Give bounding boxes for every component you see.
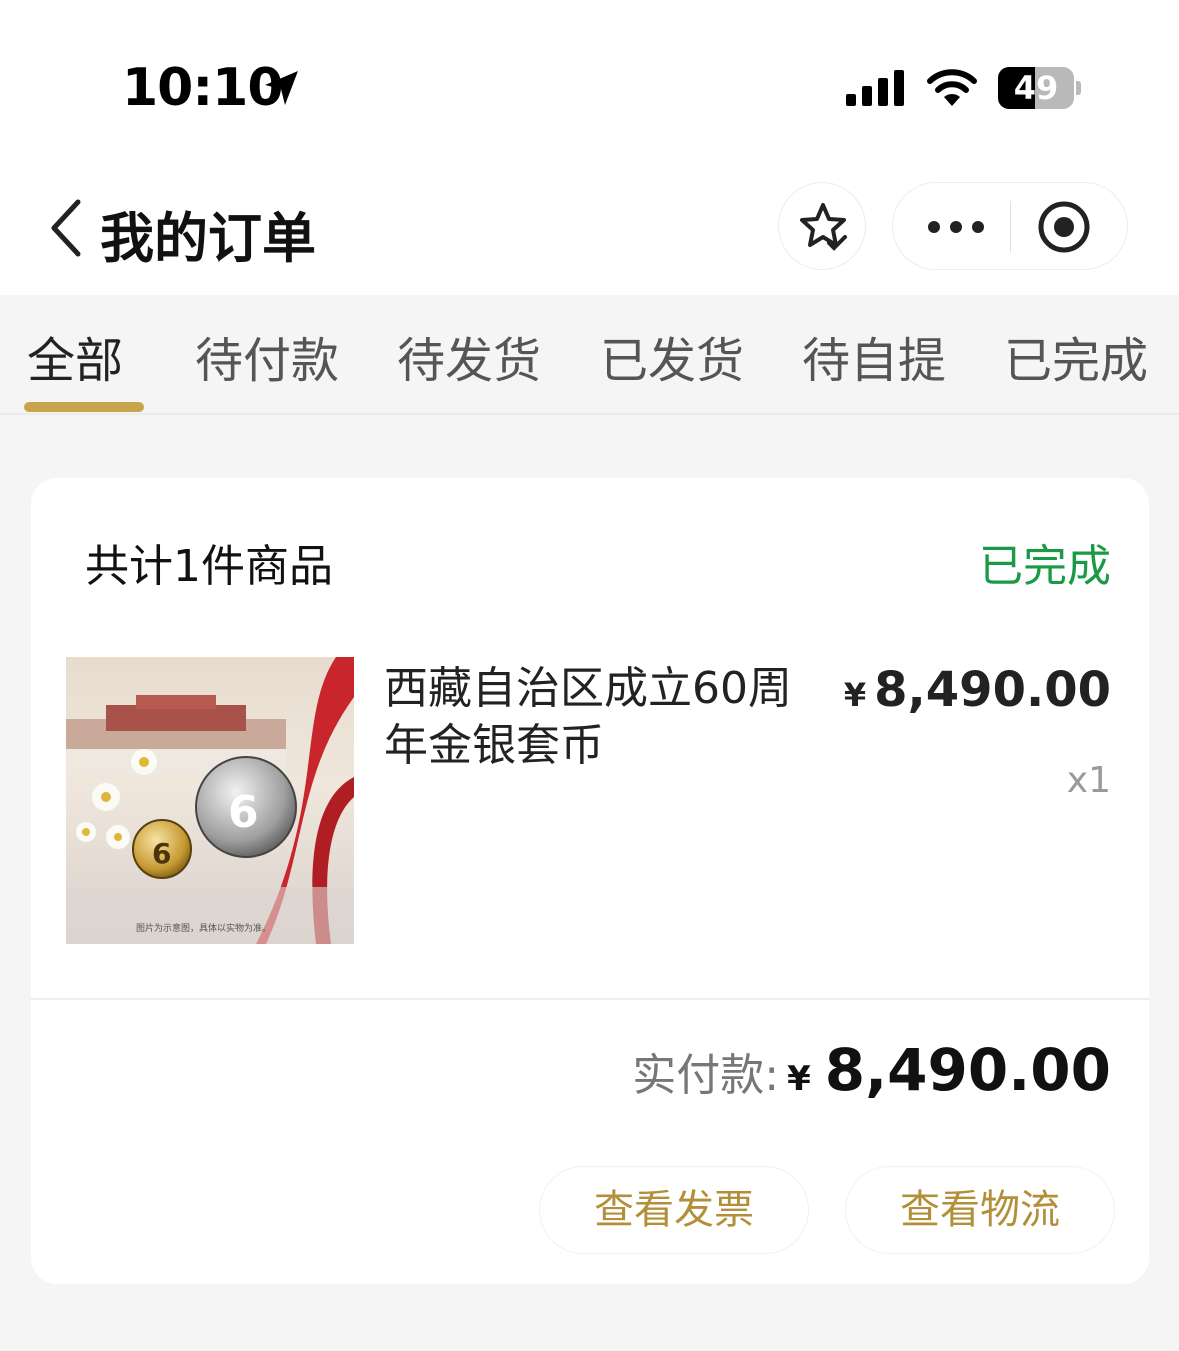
tab-pending-pickup[interactable]: 待自提 <box>802 321 946 391</box>
wifi-icon <box>927 69 977 106</box>
nav-bar: 我的订单 <box>0 170 1179 295</box>
card-divider <box>31 998 1149 1000</box>
paid-currency: ¥ <box>787 1059 811 1099</box>
product-price: ¥8,490.00 <box>844 662 1111 718</box>
paid-amount-row: 实付款: ¥8,490.00 <box>632 1036 1111 1104</box>
battery-icon: 49 <box>998 67 1081 109</box>
order-status-badge: 已完成 <box>979 541 1111 592</box>
price-currency: ¥ <box>843 676 867 714</box>
page-title: 我的订单 <box>100 207 316 270</box>
view-logistics-button[interactable]: 查看物流 <box>845 1166 1115 1254</box>
paid-label: 实付款: <box>632 1050 780 1101</box>
favorite-button[interactable] <box>778 182 866 270</box>
target-circle-icon <box>1038 201 1090 253</box>
price-amount: 8,490.00 <box>874 662 1111 718</box>
order-status-tabs: 全部 待付款 待发货 已发货 待自提 已完成 <box>0 295 1179 415</box>
view-invoice-button[interactable]: 查看发票 <box>539 1166 809 1254</box>
back-icon[interactable] <box>44 198 88 258</box>
svg-text:6: 6 <box>228 787 259 838</box>
svg-text:6: 6 <box>152 837 171 870</box>
more-button[interactable] <box>893 183 1011 271</box>
close-mini-program-button[interactable] <box>1011 183 1129 271</box>
paid-amount: 8,490.00 <box>824 1036 1111 1104</box>
order-card[interactable]: 共计1件商品 已完成 6 6 图片为示意图，具体以实物为准。 西藏自治区成立60… <box>31 478 1149 1284</box>
mini-program-capsule <box>892 182 1128 270</box>
status-time: 10:10 <box>122 58 284 118</box>
product-name[interactable]: 西藏自治区成立60周年金银套币 <box>384 660 824 774</box>
item-count-label: 共计1件商品 <box>85 541 333 592</box>
cellular-signal-icon <box>846 70 904 106</box>
status-bar: 10:10 49 <box>0 0 1179 170</box>
product-quantity: x1 <box>1066 760 1111 801</box>
battery-level: 49 <box>1013 69 1059 107</box>
product-image-caption: 图片为示意图，具体以实物为准。 <box>136 922 271 934</box>
more-dots-icon <box>928 221 984 233</box>
tab-pending-shipment[interactable]: 待发货 <box>397 321 541 391</box>
tab-all[interactable]: 全部 <box>27 321 123 391</box>
product-image[interactable]: 6 6 图片为示意图，具体以实物为准。 <box>66 657 354 944</box>
tab-pending-payment[interactable]: 待付款 <box>195 321 339 391</box>
star-icon <box>800 203 847 251</box>
tab-shipped[interactable]: 已发货 <box>600 321 744 391</box>
tab-completed[interactable]: 已完成 <box>1004 321 1148 391</box>
location-arrow-icon <box>265 71 298 105</box>
active-tab-indicator <box>24 402 144 412</box>
